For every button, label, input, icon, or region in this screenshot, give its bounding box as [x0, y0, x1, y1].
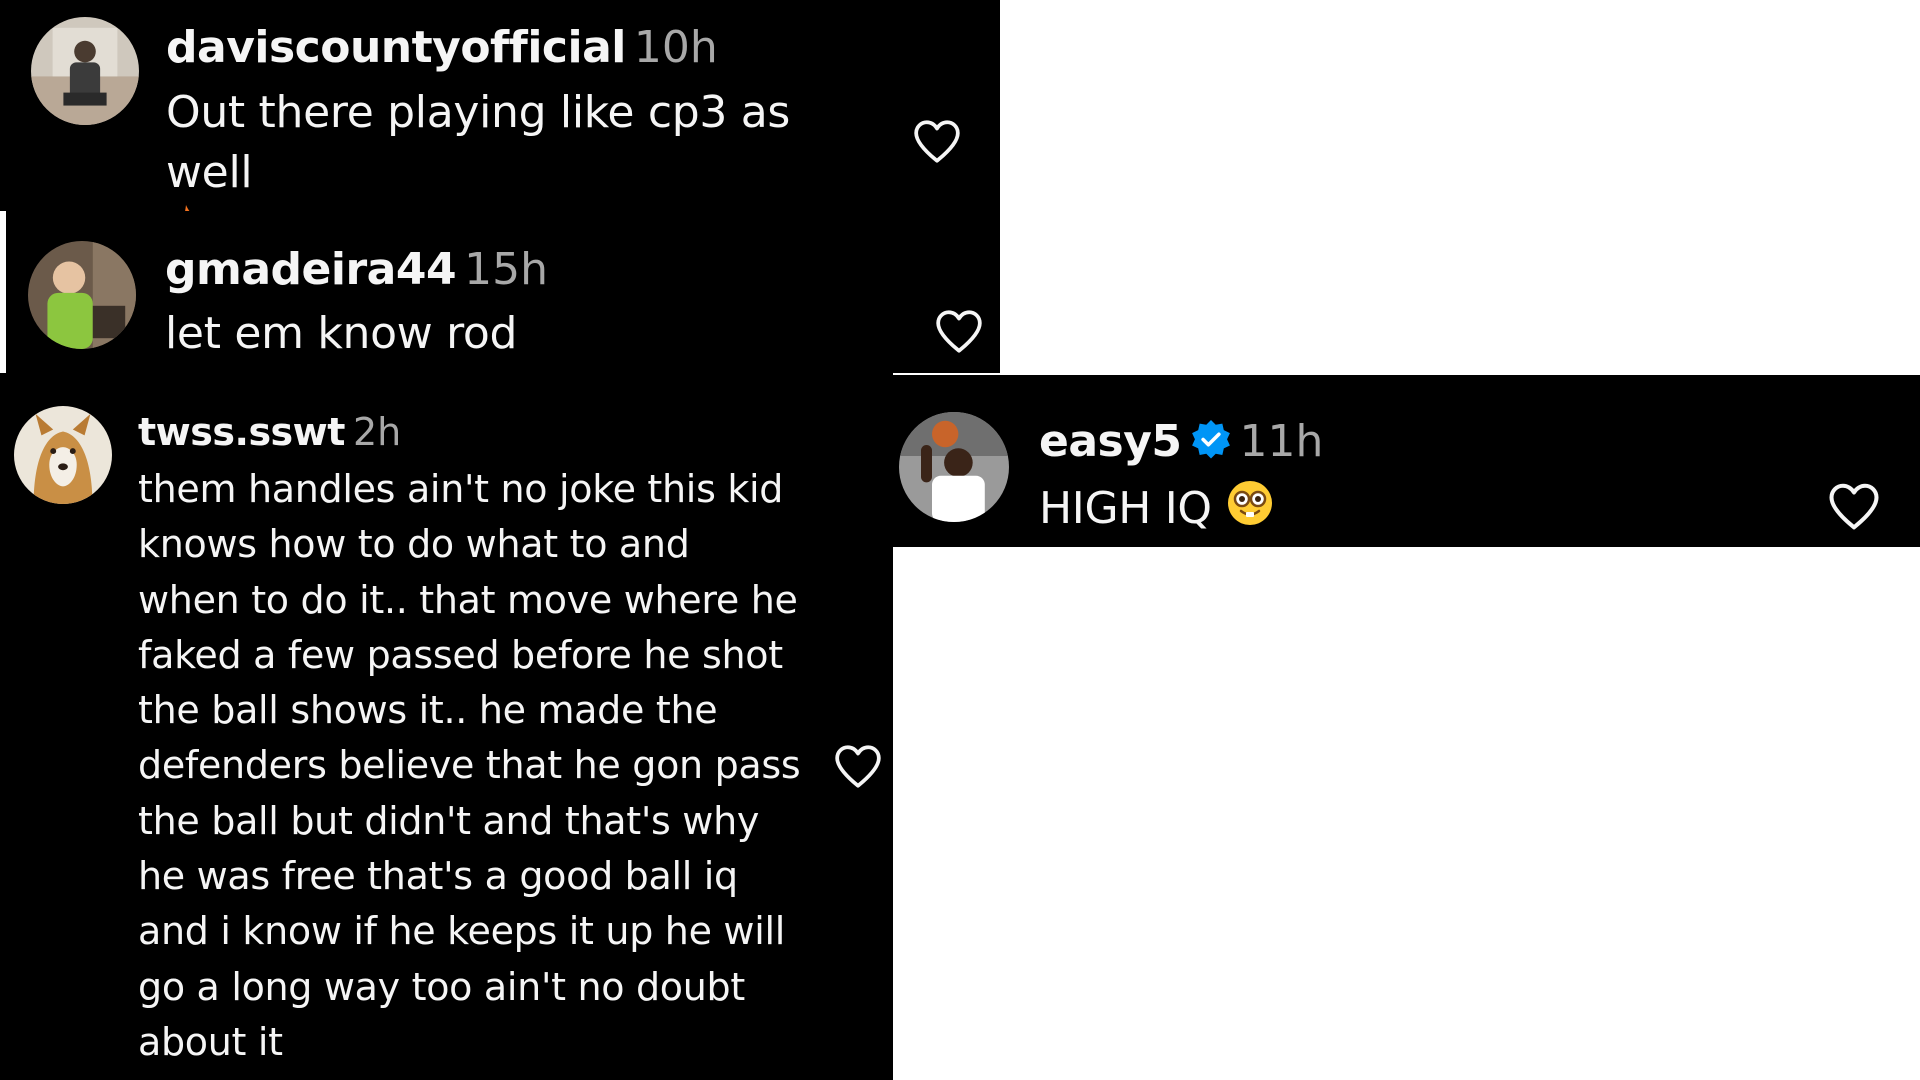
comment-line: knows how to do what to and — [138, 522, 690, 567]
comment-daviscountyofficial: daviscountyofficial 10h Out there playing… — [0, 0, 1000, 249]
username[interactable]: daviscountyofficial — [166, 22, 626, 73]
comment-body: them handles ain't no joke this kid know… — [138, 462, 838, 1070]
comment-twss-sswt: twss.sswt 2h them handles ain't no joke t… — [0, 373, 893, 1080]
comment-header: easy5 11h — [1039, 419, 1323, 469]
comment-line: about it — [138, 1019, 283, 1064]
comment-body: HIGH IQ — [1039, 483, 1212, 534]
username[interactable]: twss.sswt — [138, 410, 345, 454]
heart-icon[interactable] — [833, 743, 883, 789]
avatar[interactable] — [31, 17, 139, 125]
heart-icon[interactable] — [1827, 481, 1881, 531]
comment-line: and i know if he keeps it up he will — [138, 909, 785, 954]
comment-text: HIGH IQ — [1039, 478, 1639, 544]
comment-body: Out there playing like cp3 as well — [166, 87, 791, 198]
comment-line: when to do it.. that move where he — [138, 577, 798, 622]
comment-line: the ball shows it.. he made the — [138, 688, 718, 733]
username[interactable]: easy5 — [1039, 416, 1182, 467]
comment-line: faked a few passed before he shot — [138, 632, 783, 677]
comment-line: he was free that's a good ball iq — [138, 854, 738, 899]
nerd-face-emoji-icon — [1225, 478, 1275, 544]
comment-header: twss.sswt 2h — [138, 413, 401, 451]
heart-icon[interactable] — [934, 308, 984, 354]
comment-gmadeira44: gmadeira44 15h let em know rod — [6, 211, 1000, 373]
comment-header: gmadeira44 15h — [165, 248, 548, 292]
avatar[interactable] — [28, 241, 136, 349]
comment-line: defenders believe that he gon pass — [138, 743, 801, 788]
timestamp: 10h — [633, 22, 718, 73]
avatar[interactable] — [899, 412, 1009, 522]
comment-line: the ball but didn't and that's why — [138, 798, 760, 843]
timestamp: 11h — [1239, 416, 1324, 467]
comment-body: let em know rod — [165, 308, 518, 359]
comment-line: go a long way too ain't no doubt — [138, 964, 745, 1009]
username[interactable]: gmadeira44 — [165, 244, 457, 295]
timestamp: 2h — [352, 410, 402, 454]
heart-icon[interactable] — [912, 118, 962, 164]
comment-easy5: easy5 11h HIGH IQ — [893, 375, 1920, 547]
comment-header: daviscountyofficial 10h — [166, 26, 718, 70]
verified-badge-icon — [1190, 419, 1232, 469]
timestamp: 15h — [464, 244, 548, 295]
comment-line: them handles ain't no joke this kid — [138, 467, 784, 511]
avatar[interactable] — [14, 406, 112, 504]
